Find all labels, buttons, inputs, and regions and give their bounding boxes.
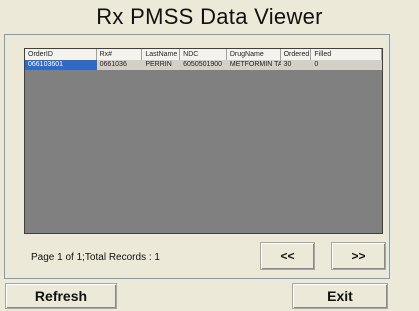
column-header-filled[interactable]: Filled — [311, 49, 383, 60]
column-header-ordered[interactable]: Ordered — [280, 49, 312, 60]
cell-ordered[interactable]: 30 — [281, 60, 312, 70]
column-header-rx[interactable]: Rx# — [96, 49, 143, 60]
cell-lastname[interactable]: PERRIN — [142, 60, 180, 70]
next-page-button[interactable]: >> — [331, 242, 386, 270]
refresh-button[interactable]: Refresh — [5, 283, 117, 309]
cell-orderid[interactable]: 066103601 — [25, 60, 97, 70]
column-header-drugname[interactable]: DrugName — [226, 49, 281, 60]
column-header-ndc[interactable]: NDC — [180, 49, 227, 60]
app-title: Rx PMSS Data Viewer — [96, 4, 323, 29]
previous-page-button[interactable]: << — [260, 242, 315, 270]
pagination-status: Page 1 of 1;Total Records : 1 — [31, 252, 160, 263]
exit-button[interactable]: Exit — [292, 283, 388, 309]
cell-drugname[interactable]: METFORMIN TA — [227, 60, 281, 70]
column-header-orderid[interactable]: OrderID — [25, 49, 97, 60]
column-header-lastname[interactable]: LastName — [142, 49, 181, 60]
records-grid[interactable]: OrderID Rx# LastName NDC DrugName Ordere… — [24, 48, 383, 234]
cell-rx[interactable]: 0661036 — [97, 60, 143, 70]
cell-filled[interactable]: 0 — [311, 60, 382, 70]
cell-ndc[interactable]: 6050501900 — [180, 60, 227, 70]
table-row[interactable]: 066103601 0661036 PERRIN 6050501900 METF… — [25, 60, 382, 70]
